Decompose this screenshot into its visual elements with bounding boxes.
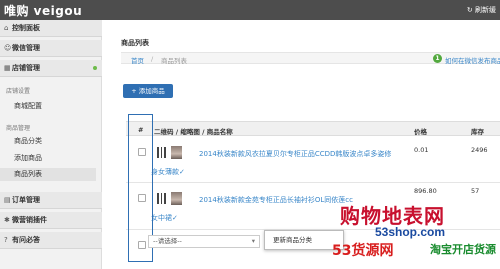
wechat-icon: ☺ bbox=[4, 44, 12, 52]
col-price-header[interactable]: 价格 bbox=[414, 126, 427, 136]
product-thumbnail[interactable] bbox=[171, 192, 182, 205]
refresh-cache-link[interactable]: ↻ 刷新缓 bbox=[467, 5, 496, 15]
sidebar-item-orders[interactable]: ▤订单管理 bbox=[0, 192, 102, 209]
stock-cell: 57 bbox=[471, 187, 480, 195]
help-link[interactable]: 如何在微信发布商品 bbox=[445, 55, 500, 65]
add-goods-button[interactable]: + 添加商品 bbox=[123, 84, 173, 98]
select-all-checkbox[interactable] bbox=[138, 241, 146, 249]
product-name-link[interactable]: 2014秋装新款风衣拉夏贝尔专柜正品CCDD韩版波点卓多姿修 bbox=[199, 149, 391, 159]
question-icon: ? bbox=[4, 236, 8, 244]
breadcrumb-home-link[interactable]: 首页 bbox=[131, 55, 144, 65]
stock-cell: 2496 bbox=[471, 146, 488, 154]
brand-logo[interactable]: 唯购 veigou bbox=[4, 2, 82, 19]
watermark-slogan: 淘宝开店货源 bbox=[430, 243, 496, 256]
col-stock-header[interactable]: 库存 bbox=[471, 126, 484, 136]
batch-category-select[interactable]: --请选择-- ▾ bbox=[148, 235, 260, 248]
qrcode-icon[interactable] bbox=[157, 147, 168, 158]
product-name-link[interactable]: 2014秋装新款金苑专柜正品长袖衬衫OL同依莲cc bbox=[199, 195, 353, 205]
breadcrumb: 首页 / 商品列表 1 如何在微信发布商品 bbox=[121, 52, 500, 65]
table-header: # 二维码 / 缩略图 / 商品名称 价格 库存 bbox=[126, 121, 500, 136]
qrcode-icon[interactable] bbox=[157, 193, 168, 204]
table-row: 2014秋装新款风衣拉夏贝尔专柜正品CCDD韩版波点卓多姿修 身女薄款✓ 0.0… bbox=[126, 136, 500, 183]
home-icon: ⌂ bbox=[4, 24, 9, 32]
sidebar: ⌂ 控制面板 ☺微信管理 ▦店铺管理 店铺设置 商城配置 商品管理 商品分类 添加… bbox=[0, 20, 102, 269]
breadcrumb-current: 商品列表 bbox=[161, 57, 187, 65]
sidebar-item-goods-list[interactable]: 商品列表 bbox=[0, 168, 96, 181]
price-cell: 896.80 bbox=[414, 187, 437, 195]
refresh-icon: ↻ bbox=[466, 6, 475, 14]
sidebar-item-shop-config[interactable]: 商城配置 bbox=[0, 100, 96, 113]
watermark-brand: 53货源网 bbox=[332, 243, 394, 259]
sidebar-item-add-goods[interactable]: 添加商品 bbox=[0, 152, 96, 165]
plugin-icon: ✱ bbox=[4, 216, 10, 224]
product-thumbnail[interactable] bbox=[171, 146, 182, 159]
shop-settings-group-label: 店铺设置 bbox=[6, 88, 31, 95]
sidebar-item-wechat[interactable]: ☺微信管理 bbox=[0, 40, 102, 57]
grid-icon: ▦ bbox=[4, 64, 11, 72]
chevron-down-icon: ▾ bbox=[251, 237, 255, 245]
sidebar-item-marketing[interactable]: ✱ 微营销插件 bbox=[0, 212, 102, 229]
order-icon: ▤ bbox=[4, 196, 11, 204]
breadcrumb-separator: / bbox=[151, 55, 154, 63]
sidebar-item-shop[interactable]: ▦店铺管理 bbox=[0, 60, 102, 77]
watermark-url: 53shop.com bbox=[375, 225, 446, 239]
goods-group-label: 商品管理 bbox=[6, 125, 31, 132]
sidebar-item-dashboard[interactable]: ⌂ 控制面板 bbox=[0, 20, 102, 37]
price-cell: 0.01 bbox=[414, 146, 429, 154]
product-name-link-cont[interactable]: 身女薄款✓ bbox=[151, 167, 185, 177]
sidebar-item-goods-category[interactable]: 商品分类 bbox=[0, 135, 96, 148]
sidebar-item-qa[interactable]: ? 有问必答 bbox=[0, 232, 102, 249]
page-title: 商品列表 bbox=[121, 39, 149, 47]
product-name-link-cont[interactable]: 女中裙✓ bbox=[151, 213, 178, 223]
help-badge: 1 bbox=[433, 54, 442, 63]
top-bar: 唯购 veigou ↻ 刷新缓 bbox=[0, 0, 500, 20]
col-product-header: 二维码 / 缩略图 / 商品名称 bbox=[154, 128, 233, 136]
active-dot-icon bbox=[93, 66, 97, 70]
